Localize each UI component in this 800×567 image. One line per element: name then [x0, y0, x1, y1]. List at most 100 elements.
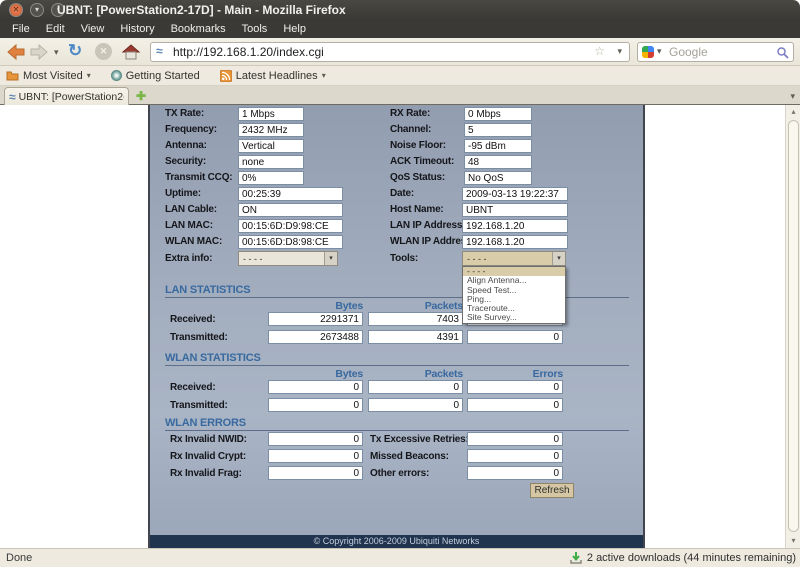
qos-status-label: QoS Status:: [390, 171, 445, 185]
channel-input[interactable]: [464, 123, 532, 137]
ubnt-main-panel: TX Rate: RX Rate: Frequency: Channel: An…: [148, 105, 645, 548]
option-ping[interactable]: Ping...: [463, 295, 565, 304]
option-speed-test[interactable]: Speed Test...: [463, 286, 565, 295]
host-name-input[interactable]: [462, 203, 568, 217]
window-title: UBNT: [PowerStation2-17D] - Main - Mozil…: [57, 0, 346, 20]
rx-invalid-crypt-input[interactable]: [268, 449, 363, 463]
wlan-transmitted-errors-input[interactable]: [467, 398, 563, 412]
folder-icon: [6, 70, 19, 81]
option-separator[interactable]: - - - -: [463, 267, 565, 276]
scroll-down-icon[interactable]: [787, 534, 800, 548]
reload-icon[interactable]: ↻: [68, 41, 82, 61]
uptime-input[interactable]: [238, 187, 343, 201]
window-minimize-icon[interactable]: ▾: [30, 3, 44, 17]
transmit-ccq-input[interactable]: [238, 171, 304, 185]
new-tab-button[interactable]: [136, 89, 146, 103]
date-input[interactable]: [462, 187, 568, 201]
downloads-status[interactable]: 2 active downloads (44 minutes remaining…: [569, 549, 796, 567]
lan-mac-label: LAN MAC:: [165, 219, 213, 233]
noise-floor-input[interactable]: [464, 139, 532, 153]
lan-transmitted-bytes-input[interactable]: [268, 330, 363, 344]
menu-edit[interactable]: Edit: [38, 20, 73, 38]
bookmark-star-icon[interactable]: [594, 44, 605, 58]
wlan-ip-input[interactable]: [462, 235, 568, 249]
frequency-input[interactable]: [238, 123, 304, 137]
menu-help[interactable]: Help: [275, 20, 314, 38]
tx-excessive-retries-input[interactable]: [467, 432, 563, 446]
ack-timeout-label: ACK Timeout:: [390, 155, 454, 169]
window-close-icon[interactable]: ✕: [9, 3, 23, 17]
lan-received-packets-input[interactable]: [368, 312, 463, 326]
ack-timeout-input[interactable]: [464, 155, 532, 169]
qos-status-input[interactable]: [464, 171, 532, 185]
wlan-received-errors-input[interactable]: [467, 380, 563, 394]
tools-select[interactable]: - - - -: [462, 251, 566, 266]
lan-packets-header: Packets: [368, 300, 463, 312]
lan-cable-input[interactable]: [238, 203, 343, 217]
lan-transmitted-packets-input[interactable]: [368, 330, 463, 344]
url-input[interactable]: [173, 44, 581, 60]
forward-icon[interactable]: [29, 42, 49, 62]
missed-beacons-label: Missed Beacons:: [370, 450, 449, 464]
menu-tools[interactable]: Tools: [234, 20, 276, 38]
menu-file[interactable]: File: [4, 20, 38, 38]
back-forward-dropdown-icon[interactable]: [54, 47, 59, 58]
lan-mac-input[interactable]: [238, 219, 343, 233]
scrollbar-thumb[interactable]: [788, 120, 799, 532]
bookmark-getting-started[interactable]: Getting Started: [111, 70, 200, 82]
option-site-survey[interactable]: Site Survey...: [463, 313, 565, 322]
date-label: Date:: [390, 187, 414, 201]
search-bar[interactable]: [637, 42, 794, 62]
chevron-down-icon: [322, 71, 326, 80]
scroll-up-icon[interactable]: [787, 105, 800, 119]
stop-icon[interactable]: ✕: [95, 43, 112, 60]
lan-received-bytes-input[interactable]: [268, 312, 363, 326]
security-input[interactable]: [238, 155, 304, 169]
bookmark-latest-headlines[interactable]: Latest Headlines: [220, 70, 326, 82]
antenna-label: Antenna:: [165, 139, 207, 153]
url-dropdown-icon[interactable]: [617, 46, 622, 57]
lan-transmitted-errors-input[interactable]: [467, 330, 563, 344]
bookmark-most-visited[interactable]: Most Visited: [6, 70, 91, 82]
copyright-footer: © Copyright 2006-2009 Ubiquiti Networks: [150, 535, 643, 548]
home-icon[interactable]: [121, 42, 141, 62]
wlan-transmitted-bytes-input[interactable]: [268, 398, 363, 412]
other-errors-input[interactable]: [467, 466, 563, 480]
option-traceroute[interactable]: Traceroute...: [463, 304, 565, 313]
rx-invalid-nwid-input[interactable]: [268, 432, 363, 446]
menu-bookmarks[interactable]: Bookmarks: [163, 20, 234, 38]
menu-view[interactable]: View: [73, 20, 113, 38]
menu-history[interactable]: History: [112, 20, 162, 38]
tx-rate-label: TX Rate:: [165, 107, 204, 121]
search-magnifier-icon[interactable]: [776, 46, 789, 59]
rx-invalid-frag-input[interactable]: [268, 466, 363, 480]
antenna-input[interactable]: [238, 139, 304, 153]
rx-rate-input[interactable]: [464, 107, 532, 121]
wlan-received-bytes-input[interactable]: [268, 380, 363, 394]
refresh-button[interactable]: Refresh: [530, 483, 574, 498]
option-align-antenna[interactable]: Align Antenna...: [463, 276, 565, 285]
vertical-scrollbar[interactable]: [785, 105, 800, 548]
wlan-errors-header: Errors: [468, 368, 563, 380]
section-divider: [165, 365, 629, 366]
wlan-errors-title: WLAN ERRORS: [165, 417, 246, 429]
search-input[interactable]: [669, 44, 773, 60]
extra-info-select[interactable]: - - - -: [238, 251, 338, 266]
wlan-transmitted-packets-input[interactable]: [368, 398, 463, 412]
back-icon[interactable]: [6, 42, 26, 62]
url-bar[interactable]: ≈: [150, 42, 630, 62]
wlan-mac-label: WLAN MAC:: [165, 235, 222, 249]
search-engine-dropdown-icon[interactable]: [657, 46, 662, 57]
tx-rate-input[interactable]: [238, 107, 304, 121]
lan-ip-input[interactable]: [462, 219, 568, 233]
other-errors-label: Other errors:: [370, 467, 429, 481]
google-icon[interactable]: [642, 46, 654, 58]
downloads-text: 2 active downloads (44 minutes remaining…: [587, 552, 796, 564]
list-all-tabs-icon[interactable]: [790, 91, 795, 102]
tx-excessive-retries-label: Tx Excessive Retries:: [370, 433, 469, 447]
tab-active[interactable]: ≈ UBNT: [PowerStation2-17D] - M...: [4, 87, 129, 105]
wlan-received-label: Received:: [170, 381, 215, 395]
wlan-mac-input[interactable]: [238, 235, 343, 249]
wlan-received-packets-input[interactable]: [368, 380, 463, 394]
missed-beacons-input[interactable]: [467, 449, 563, 463]
